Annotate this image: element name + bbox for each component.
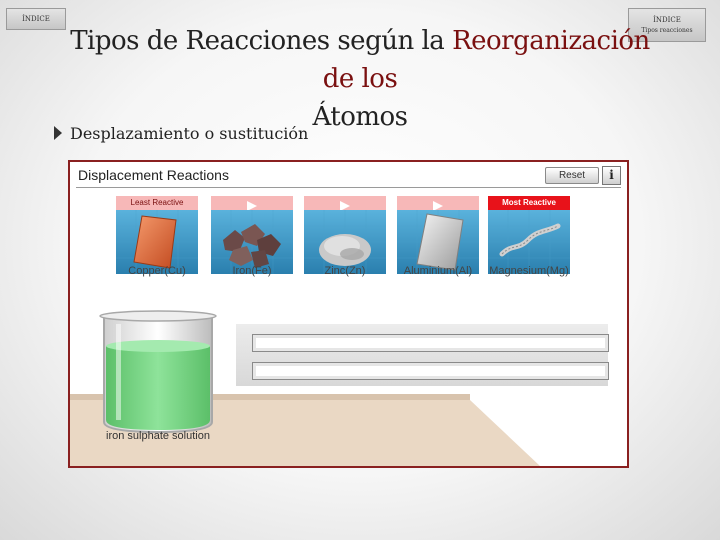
metal-tile-aluminium[interactable] [397,196,479,274]
bullet-arrow-icon [54,126,62,140]
simulation-title-divider [76,187,621,188]
metal-tile-magnesium[interactable]: Most Reactive [488,196,570,274]
index-button-right-label: ÍNDICE [653,16,681,24]
result-field-2 [252,362,609,380]
displacement-simulation: Displacement Reactions Reset i Least Rea… [68,160,629,468]
bullet-text: Desplazamiento o sustitución [70,124,309,143]
result-field-1 [252,334,609,352]
metal-label-zinc: Zinc(Zn) [324,265,366,277]
tile-header-arrow [397,196,479,211]
metal-label-iron: Iron(Fe) [232,265,272,277]
metal-tile-iron[interactable] [211,196,293,274]
least-reactive-label: Least Reactive [130,198,184,207]
most-reactive-header: Most Reactive [488,196,570,210]
metal-tile-copper[interactable]: Least Reactive [116,196,198,274]
simulation-title: Displacement Reactions [78,167,229,183]
least-reactive-header: Least Reactive [116,196,198,210]
beaker-icon [99,310,217,434]
title-part2: Átomos [312,102,408,132]
index-button-left-label: ÍNDICE [22,15,50,23]
tile-header-arrow [211,196,293,211]
reset-button[interactable]: Reset [545,167,599,184]
metal-tile-zinc[interactable] [304,196,386,274]
info-button[interactable]: i [602,166,621,185]
page-title: Tipos de Reacciones según la Reorganizac… [70,22,650,136]
bullet-item: Desplazamiento o sustitución [54,124,308,143]
title-part1: Tipos de Reacciones según la [70,26,453,56]
metal-label-copper: Copper(Cu) [128,265,186,277]
index-button-left[interactable]: ÍNDICE [6,8,66,30]
solution-label: iron sulphate solution [106,430,210,442]
metal-label-magnesium: Magnesium(Mg) [489,265,569,277]
tile-header-arrow [304,196,386,211]
metal-label-aluminium: Aluminium(Al) [403,265,473,277]
most-reactive-label: Most Reactive [502,198,556,207]
